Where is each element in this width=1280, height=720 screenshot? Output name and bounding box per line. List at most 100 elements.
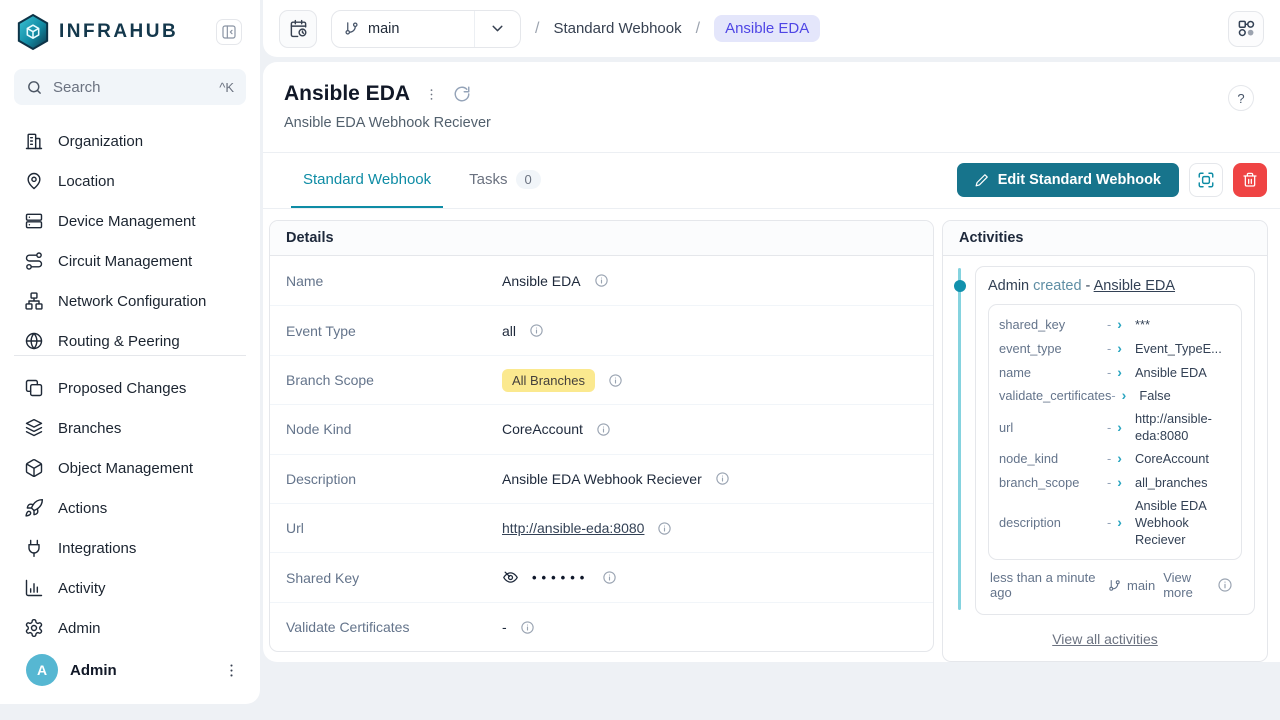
- activities-body: Admin created - Ansible EDA shared_key-›…: [943, 256, 1267, 647]
- gear-icon: [24, 618, 44, 638]
- branch-selector-caret[interactable]: [474, 11, 520, 47]
- info-icon[interactable]: [529, 323, 544, 338]
- sidebar-item-network-configuration[interactable]: Network Configuration: [10, 281, 250, 321]
- event-footer: less than a minute ago main View more: [988, 560, 1242, 610]
- activity-property-row: event_type-›Event_TypeE...: [999, 337, 1231, 361]
- sidebar-item-branches[interactable]: Branches: [10, 408, 250, 448]
- property-value: CoreAccount: [1135, 450, 1231, 467]
- previous-value-dash: -: [1107, 514, 1111, 531]
- help-button[interactable]: ?: [1228, 85, 1254, 111]
- details-row-value: -: [502, 619, 933, 635]
- sidebar-item-label: Actions: [58, 500, 107, 517]
- property-change-indicator: -›: [1107, 315, 1135, 334]
- info-icon[interactable]: [657, 521, 672, 536]
- sidebar-item-proposed-changes[interactable]: Proposed Changes: [10, 368, 250, 408]
- property-value: http://ansible-eda:8080: [1135, 410, 1231, 445]
- title-options-button[interactable]: [424, 87, 439, 102]
- eye-off-icon[interactable]: [502, 569, 519, 586]
- infrahub-logo[interactable]: INFRAHUB: [16, 13, 178, 51]
- activity-property-row: branch_scope-›all_branches: [999, 471, 1231, 495]
- view-all-activities-link[interactable]: View all activities: [1052, 631, 1158, 647]
- chevron-right-icon: ›: [1117, 418, 1122, 437]
- event-object-link[interactable]: Ansible EDA: [1094, 278, 1175, 294]
- sidebar-item-admin[interactable]: Admin: [10, 608, 250, 648]
- sidebar-item-actions[interactable]: Actions: [10, 488, 250, 528]
- top-bar: main / Standard Webhook / Ansible EDA: [263, 0, 1280, 57]
- user-menu[interactable]: A Admin: [0, 646, 260, 694]
- tab-tasks[interactable]: Tasks 0: [457, 153, 553, 208]
- delete-button[interactable]: [1233, 163, 1267, 197]
- manage-groups-button[interactable]: [1189, 163, 1223, 197]
- page-subtitle: Ansible EDA Webhook Reciever: [284, 115, 1256, 131]
- sidebar-item-organization[interactable]: Organization: [10, 121, 250, 161]
- user-name: Admin: [70, 662, 211, 679]
- logo-row: INFRAHUB: [0, 0, 260, 61]
- route-icon: [24, 251, 44, 271]
- time-travel-button[interactable]: [279, 10, 317, 48]
- info-icon[interactable]: [602, 570, 617, 585]
- panel-collapse-icon: [221, 24, 237, 40]
- details-row-label: Url: [286, 520, 502, 536]
- activity-property-row: node_kind-›CoreAccount: [999, 447, 1231, 471]
- details-row-value: http://ansible-eda:8080: [502, 520, 933, 536]
- details-row-url: Urlhttp://ansible-eda:8080: [270, 503, 933, 552]
- breadcrumb-separator: /: [535, 20, 539, 38]
- sidebar-menu-objects: Organization Location Device Management Cir…: [0, 109, 260, 355]
- previous-value-dash: -: [1107, 316, 1111, 333]
- search-input[interactable]: Search ^K: [14, 69, 246, 105]
- branch-selector[interactable]: main: [331, 10, 521, 48]
- activity-event-title: Admin created - Ansible EDA: [988, 278, 1242, 294]
- sidebar-item-device-management[interactable]: Device Management: [10, 201, 250, 241]
- breadcrumb-current[interactable]: Ansible EDA: [714, 15, 820, 42]
- tab-standard-webhook[interactable]: Standard Webhook: [291, 153, 443, 208]
- event-actor: Admin: [988, 278, 1029, 294]
- tab-label: Tasks: [469, 171, 507, 188]
- details-row-value: Ansible EDA Webhook Reciever: [502, 471, 933, 487]
- view-more-link[interactable]: View more: [1163, 570, 1209, 600]
- url-link[interactable]: http://ansible-eda:8080: [502, 520, 644, 536]
- info-icon[interactable]: [520, 620, 535, 635]
- info-icon[interactable]: [594, 273, 609, 288]
- info-icon[interactable]: [715, 471, 730, 486]
- sidebar-item-integrations[interactable]: Integrations: [10, 528, 250, 568]
- event-dash: -: [1086, 278, 1091, 294]
- sidebar-item-activity[interactable]: Activity: [10, 568, 250, 608]
- activity-property-row: shared_key-›***: [999, 313, 1231, 337]
- info-icon[interactable]: [1217, 577, 1233, 593]
- property-change-indicator: -›: [1107, 513, 1135, 532]
- breadcrumb-section[interactable]: Standard Webhook: [553, 20, 681, 37]
- sidebar-item-object-management[interactable]: Object Management: [10, 448, 250, 488]
- info-icon[interactable]: [608, 373, 623, 388]
- details-panel: Details NameAnsible EDAEvent TypeallBran…: [269, 220, 934, 652]
- activity-property-row: description-›Ansible EDA Webhook Recieve…: [999, 494, 1231, 551]
- previous-value-dash: -: [1107, 450, 1111, 467]
- app-root: INFRAHUB Search ^K Organization Location D…: [0, 0, 1280, 720]
- edit-webhook-button[interactable]: Edit Standard Webhook: [957, 163, 1179, 197]
- activity-property-row: name-›Ansible EDA: [999, 360, 1231, 384]
- user-options-icon[interactable]: [223, 662, 240, 679]
- sidebar-item-label: Location: [58, 173, 115, 190]
- value-text: Ansible EDA: [502, 273, 581, 289]
- sidebar-item-location[interactable]: Location: [10, 161, 250, 201]
- details-panel-title: Details: [270, 221, 933, 256]
- details-row-node-kind: Node KindCoreAccount: [270, 404, 933, 453]
- apps-menu-button[interactable]: [1228, 11, 1264, 47]
- details-row-shared-key: Shared Key••••••: [270, 552, 933, 601]
- sidebar-item-label: Routing & Peering: [58, 333, 180, 350]
- refresh-button[interactable]: [453, 85, 471, 103]
- sidebar-item-label: Device Management: [58, 213, 196, 230]
- property-value: Event_TypeE...: [1135, 340, 1231, 357]
- previous-value-dash: -: [1107, 419, 1111, 436]
- bar-chart-icon: [24, 578, 44, 598]
- sidebar-item-routing-peering[interactable]: Routing & Peering: [10, 321, 250, 355]
- sidebar-collapse-button[interactable]: [216, 19, 242, 45]
- tab-bar: Standard Webhook Tasks 0 Edit Standard W…: [263, 152, 1280, 209]
- plug-icon: [24, 538, 44, 558]
- sidebar-item-circuit-management[interactable]: Circuit Management: [10, 241, 250, 281]
- previous-value-dash: -: [1107, 474, 1111, 491]
- group-select-icon: [1197, 171, 1215, 189]
- chevron-right-icon: ›: [1122, 386, 1127, 405]
- sidebar-item-label: Admin: [58, 620, 101, 637]
- info-icon[interactable]: [596, 422, 611, 437]
- property-change-indicator: -›: [1111, 386, 1139, 405]
